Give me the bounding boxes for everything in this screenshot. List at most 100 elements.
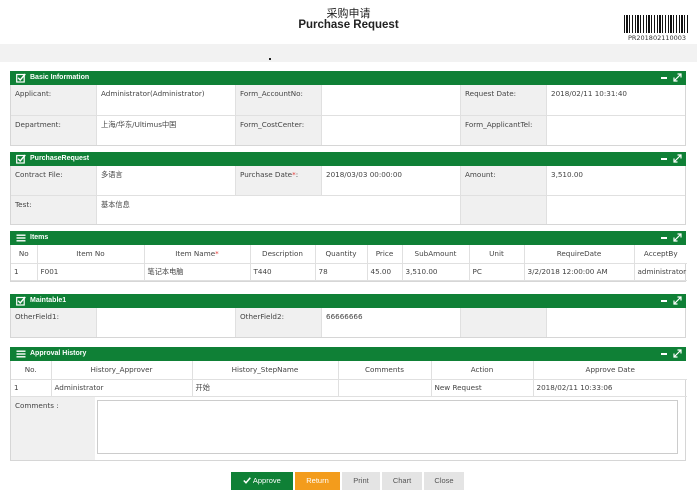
purchase-request-table: Contract File: 多语言 Purchase Date*: 2018/… <box>10 166 686 225</box>
request-date-label: Request Date: <box>461 85 546 115</box>
checkbox-icon <box>16 296 26 306</box>
minimize-icon[interactable] <box>661 158 667 160</box>
empty-value <box>546 308 685 337</box>
expand-icon[interactable] <box>673 154 682 163</box>
request-date-value: 2018/02/11 10:31:40 <box>546 85 685 115</box>
comments-textarea[interactable] <box>97 399 678 454</box>
account-no-field[interactable] <box>321 85 461 115</box>
panel-header: Items <box>10 231 686 245</box>
maintable1-table: OtherField1: OtherField2: 66666666 <box>10 308 686 338</box>
col-item-no: Item No <box>37 245 145 264</box>
cell-require-date: 3/2/2018 12:00:00 AM <box>524 263 635 281</box>
chart-button[interactable]: Chart <box>382 472 422 490</box>
cell-no: 1 <box>11 379 52 397</box>
panel-header: Basic Information <box>10 71 686 85</box>
cell-quantity: 78 <box>315 263 368 281</box>
purchase-date-value: 2018/03/03 00:00:00 <box>321 166 461 195</box>
items-table: No Item No Item Name* Description Quanti… <box>11 245 687 281</box>
minimize-icon[interactable] <box>661 353 667 355</box>
label-colon: : <box>295 170 299 179</box>
table-row[interactable]: 1 Administrator 开始 New Request 2018/02/1… <box>11 379 687 397</box>
col-item-name: Item Name* <box>144 245 251 264</box>
col-approve-date: Approve Date <box>533 361 687 380</box>
expand-icon[interactable] <box>673 73 682 82</box>
other-field2-label: OtherField2: <box>236 308 321 337</box>
col-subamount: SubAmount <box>402 245 470 264</box>
action-bar: Approve Return Print Chart Close <box>0 472 697 490</box>
minimize-icon[interactable] <box>661 237 667 239</box>
contract-file-value[interactable]: 多语言 <box>96 166 236 195</box>
cell-accept-by: administrator <box>634 263 687 281</box>
col-approver: History_Approver <box>51 361 193 380</box>
checkbox-icon <box>16 154 26 164</box>
col-no: No <box>11 245 38 264</box>
comments-label: Comments : <box>11 396 95 460</box>
col-quantity: Quantity <box>315 245 368 264</box>
checkbox-icon <box>16 73 26 83</box>
history-header-row: No. History_Approver History_StepName Co… <box>11 361 687 380</box>
empty-label <box>461 308 546 337</box>
approve-button-label: Approve <box>252 476 281 485</box>
items-panel: Items No Item No Item Name* Description … <box>10 231 687 282</box>
items-table-wrap: No Item No Item Name* Description Quanti… <box>10 245 687 282</box>
applicant-label: Applicant: <box>11 85 96 115</box>
print-button[interactable]: Print <box>342 472 380 490</box>
form-header: 采购申请 Purchase Request PR201802110003 <box>0 0 697 44</box>
col-price: Price <box>367 245 403 264</box>
form-row: Department: 上海/华东/Ultimus中国 Form_CostCen… <box>11 115 685 145</box>
form-row: Contract File: 多语言 Purchase Date*: 2018/… <box>11 166 685 195</box>
cell-item-no: F001 <box>37 263 145 281</box>
amount-label: Amount: <box>461 166 546 195</box>
check-icon <box>243 477 252 484</box>
contract-file-label: Contract File: <box>11 166 96 195</box>
panel-title: Basic Information <box>30 74 90 81</box>
col-step-name: History_StepName <box>192 361 339 380</box>
cost-center-label: Form_CostCenter: <box>236 116 321 145</box>
return-button[interactable]: Return <box>295 472 340 490</box>
panel-title: Maintable1 <box>30 297 67 304</box>
purchase-date-label-text: Purchase Date <box>240 170 293 179</box>
form-title-en: Purchase Request <box>298 19 399 31</box>
panel-title: PurchaseRequest <box>30 155 90 162</box>
cell-unit: PC <box>469 263 525 281</box>
col-item-name-text: Item Name <box>175 249 216 259</box>
cell-approver: Administrator <box>51 379 193 397</box>
cell-item-name: 笔记本电脑 <box>144 263 251 281</box>
col-action: Action <box>431 361 534 380</box>
empty-label <box>461 196 546 224</box>
test-label: Test: <box>11 196 96 224</box>
expand-icon[interactable] <box>673 233 682 242</box>
col-unit: Unit <box>469 245 525 264</box>
purchase-request-panel: PurchaseRequest Contract File: 多语言 Purch… <box>10 152 686 225</box>
maintable1-panel: Maintable1 OtherField1: OtherField2: 666… <box>10 294 686 338</box>
minimize-icon[interactable] <box>661 300 667 302</box>
cost-center-field[interactable] <box>321 116 461 145</box>
col-accept-by: AcceptBy <box>634 245 687 264</box>
cell-description: T440 <box>250 263 316 281</box>
minimize-icon[interactable] <box>661 77 667 79</box>
approve-button[interactable]: Approve <box>231 472 293 490</box>
table-row[interactable]: 1 F001 笔记本电脑 T440 78 45.00 3,510.00 PC 3… <box>11 263 687 281</box>
other-field1-label: OtherField1: <box>11 308 96 337</box>
list-icon <box>16 350 26 358</box>
col-no: No. <box>11 361 52 380</box>
close-button[interactable]: Close <box>424 472 464 490</box>
approval-history-panel: Approval History No. History_Approver Hi… <box>10 347 687 461</box>
cell-price: 45.00 <box>367 263 403 281</box>
applicant-value: Administrator(Administrator) <box>96 85 236 115</box>
panel-header: PurchaseRequest <box>10 152 686 166</box>
document-number: PR201802110003 <box>627 34 687 42</box>
empty-value <box>546 196 685 224</box>
expand-icon[interactable] <box>673 296 682 305</box>
other-field1-field[interactable] <box>96 308 236 337</box>
expand-icon[interactable] <box>673 349 682 358</box>
approval-history-wrap: No. History_Approver History_StepName Co… <box>10 361 687 461</box>
applicant-tel-field[interactable] <box>546 116 685 145</box>
other-field2-value[interactable]: 66666666 <box>321 308 461 337</box>
cell-action: New Request <box>431 379 534 397</box>
panel-header: Maintable1 <box>10 294 686 308</box>
department-value: 上海/华东/Ultimus中国 <box>96 116 236 145</box>
panel-title: Approval History <box>30 350 87 357</box>
col-comments: Comments <box>338 361 432 380</box>
comments-cell <box>95 397 685 460</box>
